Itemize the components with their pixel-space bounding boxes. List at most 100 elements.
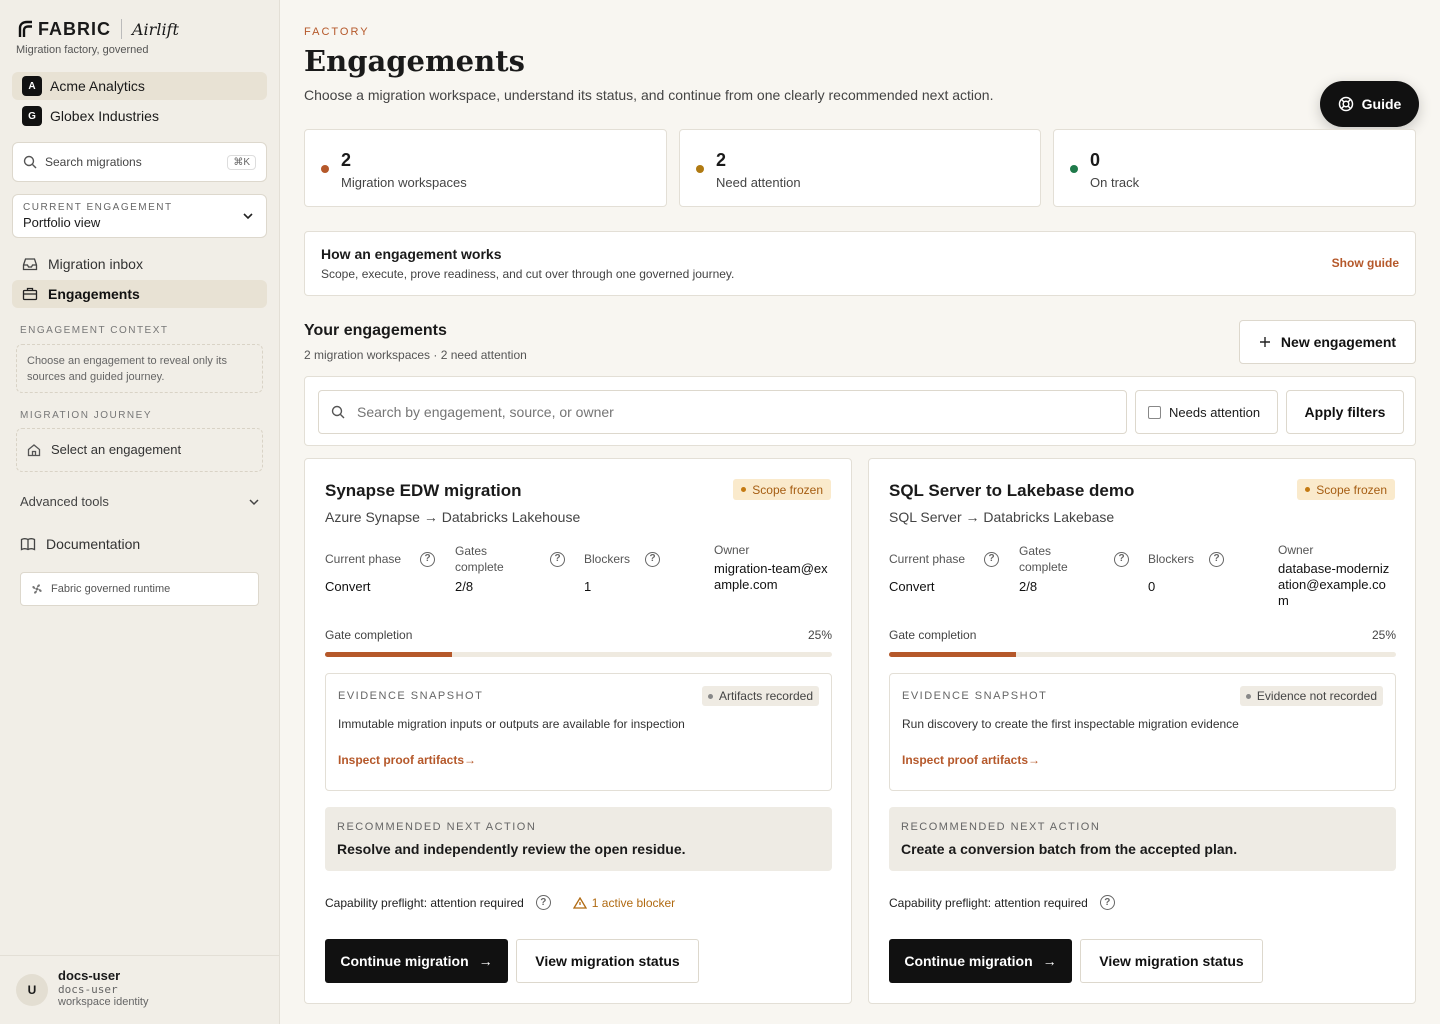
arrow-right-icon: → [478,953,493,969]
workspace-badge: A [22,76,42,96]
avatar: U [16,974,48,1006]
meta-blockers: Blockers? 1 [584,551,660,594]
engagement-card: SQL Server to Lakebase demo SQL Server →… [868,458,1416,1004]
documentation-link[interactable]: Documentation [20,536,140,552]
help-icon[interactable]: ? [550,551,565,567]
stat-label: On track [1090,175,1140,190]
engagement-search-input[interactable] [357,404,1097,420]
help-icon[interactable]: ? [984,551,999,567]
continue-migration-button[interactable]: Continue migration → [325,939,508,983]
recommended-label: RECOMMENDED NEXT ACTION [337,821,537,833]
nav-label: Migration inbox [48,256,143,272]
evidence-label: EVIDENCE SNAPSHOT [338,690,484,702]
meta-label: Owner [1278,543,1314,557]
meta-owner: Owner database-modernization@example.com [1278,543,1393,609]
page-eyebrow: FACTORY [304,26,370,38]
section-summary: 2 migration workspaces · 2 need attentio… [304,348,527,362]
search-icon [331,405,345,419]
needs-attention-checkbox[interactable]: Needs attention [1135,390,1278,434]
meta-label: Gates complete [1019,544,1068,574]
meta-phase: Current phase? Convert [325,551,435,594]
status-badge: Scope frozen [733,479,831,500]
evidence-desc: Run discovery to create the first inspec… [902,717,1239,731]
view-status-button[interactable]: View migration status [1080,939,1263,983]
inspect-artifacts-link[interactable]: Inspect proof artifacts→ [338,753,476,767]
current-engagement-select[interactable]: CURRENT ENGAGEMENT Portfolio view [12,194,267,238]
evidence-desc: Immutable migration inputs or outputs ar… [338,717,685,731]
stat-migration-workspaces: 2 Migration workspaces [304,129,667,207]
engagement-title[interactable]: SQL Server to Lakebase demo [889,481,1134,501]
gate-completion-label: Gate completion [325,628,413,642]
evidence-snapshot: EVIDENCE SNAPSHOT Artifacts recorded Imm… [325,673,832,791]
route-source: SQL Server [889,509,962,525]
status-text: Scope frozen [752,482,823,497]
inspect-artifacts-link[interactable]: Inspect proof artifacts→ [902,753,1040,767]
help-icon[interactable]: ? [645,551,660,567]
engagement-title[interactable]: Synapse EDW migration [325,481,521,501]
user-role: workspace identity [58,996,149,1008]
arrow-right-icon: → [464,753,477,767]
recommended-text: Resolve and independently review the ope… [337,841,686,857]
chevron-down-icon [243,213,253,220]
stat-dot [696,165,704,173]
logo-divider [121,19,122,39]
brand-logo[interactable]: FABRIC Airlift [18,18,179,40]
engagement-route: SQL Server → Databricks Lakebase [889,509,1115,525]
engagement-search[interactable] [318,390,1127,434]
help-icon[interactable]: ? [535,895,551,910]
meta-label: Current phase [889,552,966,566]
checkbox-box[interactable] [1148,405,1161,419]
evidence-tag: Artifacts recorded [701,686,819,706]
arrow-right-icon: → [1042,953,1057,969]
recommended-action: RECOMMENDED NEXT ACTION Create a convers… [889,807,1396,871]
workspace-item-globex[interactable]: G Globex Industries [12,102,267,130]
stat-value: 2 [716,150,727,170]
checkbox-label: Needs attention [1169,404,1261,420]
help-icon[interactable]: ? [420,551,435,567]
recommended-label: RECOMMENDED NEXT ACTION [901,821,1101,833]
progress-fill [889,652,1016,657]
current-engagement-value: Portfolio view [23,215,101,230]
workspace-item-acme[interactable]: A Acme Analytics [12,72,267,100]
help-icon[interactable]: ? [1209,551,1224,567]
gate-completion-row: Gate completion 25% [889,628,1396,642]
search-migrations-input[interactable]: Search migrations ⌘K [12,142,267,182]
arrow-right-icon: → [1028,753,1041,767]
meta-owner: Owner migration-team@example.com [714,543,829,593]
stat-need-attention: 2 Need attention [679,129,1041,207]
status-badge: Scope frozen [1297,479,1395,500]
gate-completion-pct: 25% [1371,628,1396,642]
workspace-badge: G [22,106,42,126]
help-icon[interactable]: ? [1099,895,1115,910]
guide-button[interactable]: Guide [1320,81,1419,127]
new-engagement-button[interactable]: New engagement [1239,320,1416,364]
show-guide-link[interactable]: Show guide [1332,256,1399,270]
migration-journey-label: MIGRATION JOURNEY [20,410,152,421]
meta-value: 0 [1148,579,1156,594]
search-icon [23,155,37,169]
runtime-badge: Fabric governed runtime [20,572,259,606]
meta-label: Owner [714,543,750,557]
advanced-tools-toggle[interactable]: Advanced tools [20,494,260,509]
preflight-text: Capability preflight: attention required [889,895,1088,910]
preflight-row: Capability preflight: attention required… [889,895,1115,910]
sidebar: FABRIC Airlift Migration factory, govern… [0,0,280,1024]
user-handle: docs-user [58,983,118,996]
how-engagement-works-panel: How an engagement works Scope, execute, … [304,231,1416,296]
lifebuoy-icon [1338,96,1353,112]
product-name: Airlift [132,19,179,39]
meta-gates: Gates complete? 2/8 [1019,543,1129,594]
nav-item-engagements[interactable]: Engagements [12,280,267,308]
user-profile[interactable]: U docs-user docs-user workspace identity [0,955,279,1024]
meta-label: Blockers [1148,552,1195,566]
new-engagement-label: New engagement [1280,334,1397,350]
meta-label: Current phase [325,552,402,566]
recommended-text: Create a conversion batch from the accep… [901,841,1238,857]
current-engagement-label: CURRENT ENGAGEMENT [23,202,173,213]
search-shortcut: ⌘K [227,154,256,170]
nav-item-migration-inbox[interactable]: Migration inbox [12,250,267,278]
view-status-button[interactable]: View migration status [516,939,699,983]
help-icon[interactable]: ? [1114,551,1129,567]
apply-filters-button[interactable]: Apply filters [1286,390,1404,434]
continue-migration-button[interactable]: Continue migration → [889,939,1072,983]
